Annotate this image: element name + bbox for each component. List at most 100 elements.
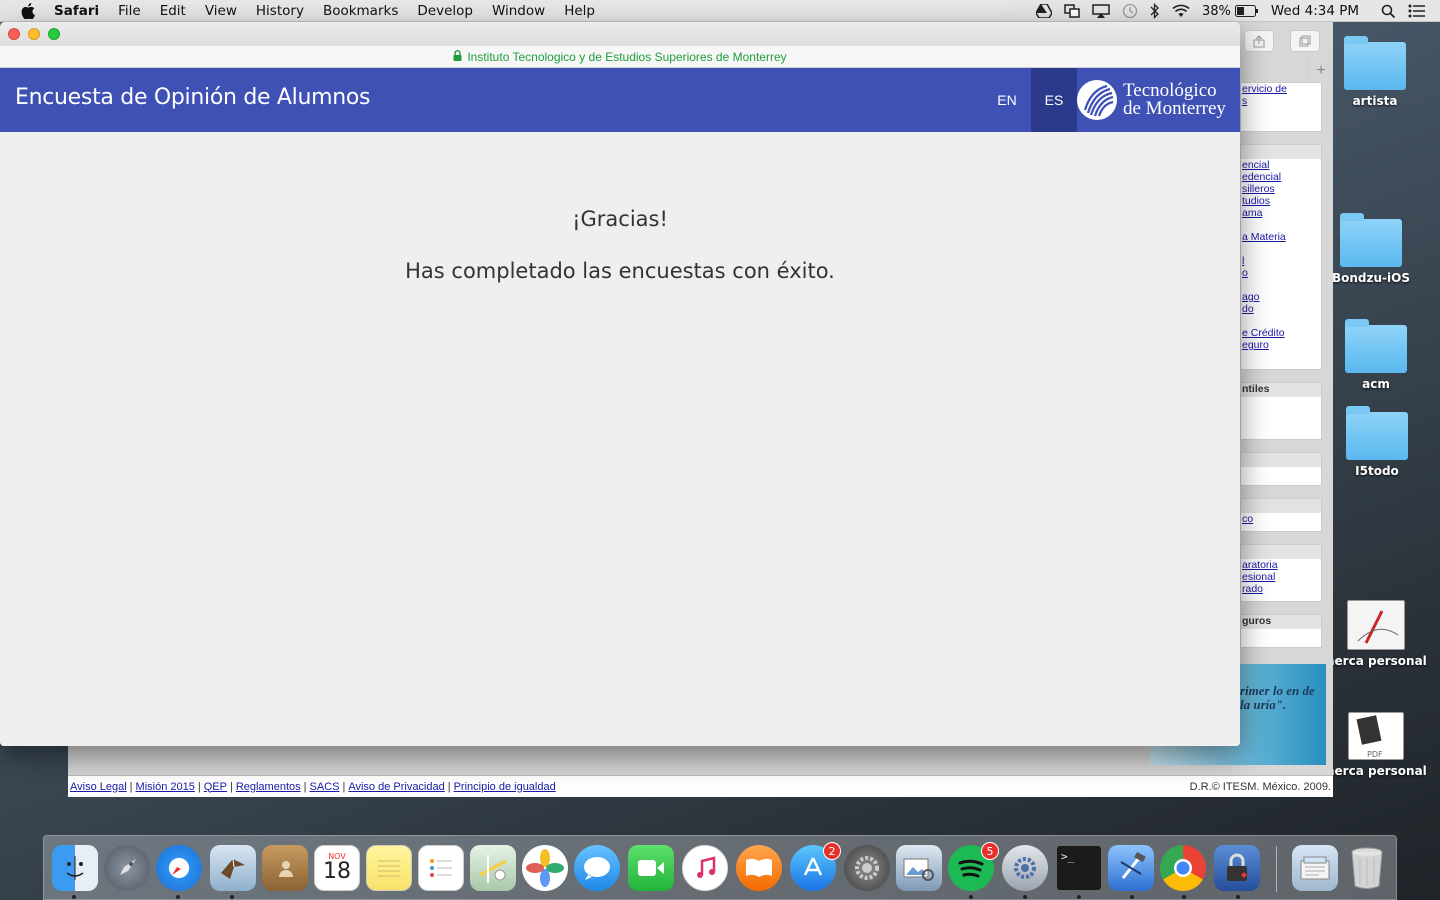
spotify-icon[interactable]: 5: [948, 842, 999, 891]
sidebar-link[interactable]: o: [1241, 267, 1321, 279]
menu-app-name[interactable]: Safari: [54, 3, 99, 19]
menu-window[interactable]: Window: [492, 3, 545, 19]
running-indicator: [176, 895, 180, 899]
sidebar-link[interactable]: edencial: [1241, 171, 1321, 183]
itunes-icon[interactable]: [682, 845, 728, 891]
trash-icon[interactable]: [1344, 845, 1390, 891]
menu-file[interactable]: File: [118, 3, 141, 19]
footer-link-aviso-legal[interactable]: Aviso Legal: [70, 781, 127, 793]
footer-bar: Aviso Legal | Misión 2015 | QEP | Reglamentos |…: [68, 775, 1333, 797]
footer-link-aviso-privacidad[interactable]: Aviso de Privacidad: [348, 781, 444, 793]
window-titlebar[interactable]: [0, 22, 1240, 46]
tec-monterrey-logo[interactable]: Tecnológico de Monterrey: [1077, 78, 1226, 122]
minimize-window-button[interactable]: [28, 28, 40, 40]
footer-link-mision-2015[interactable]: Misión 2015: [136, 781, 195, 793]
system-preferences-icon[interactable]: [844, 845, 890, 891]
menu-help[interactable]: Help: [564, 3, 595, 19]
desktop-file-nerca-personal-1[interactable]: nerca personal: [1326, 600, 1427, 668]
sidebar-link[interactable]: ago: [1241, 291, 1321, 303]
sidebar-box: guros: [1240, 614, 1322, 648]
share-icon[interactable]: [1244, 30, 1274, 52]
contacts-icon[interactable]: [262, 845, 308, 891]
sidebar-link[interactable]: aratoria: [1241, 559, 1321, 571]
sidebar-box: encial edencial silleros tudios ama a Ma…: [1240, 144, 1322, 370]
running-indicator: [1077, 895, 1081, 899]
apple-menu-icon[interactable]: [18, 2, 38, 19]
address-bar[interactable]: Instituto Tecnologico y de Estudios Supe…: [0, 46, 1240, 68]
desktop-file-nerca-personal-2[interactable]: PDF nerca personal: [1326, 712, 1427, 778]
sidebar-link[interactable]: e Crédito: [1241, 327, 1321, 339]
new-tab-plus-icon[interactable]: +: [1308, 59, 1333, 83]
notes-icon[interactable]: [366, 845, 412, 891]
bluetooth-icon[interactable]: [1150, 3, 1160, 19]
sidebar-link[interactable]: silleros: [1241, 183, 1321, 195]
menu-view[interactable]: View: [205, 3, 237, 19]
mail-app-icon[interactable]: [210, 845, 256, 891]
folder-icon: [1340, 213, 1402, 267]
language-es-button[interactable]: ES: [1031, 68, 1077, 132]
desktop-folder-i5todo[interactable]: I5todo: [1327, 406, 1427, 478]
footer-link-qep[interactable]: QEP: [204, 781, 227, 793]
facetime-icon[interactable]: [628, 845, 674, 891]
app-store-icon[interactable]: 2: [790, 842, 841, 891]
reminders-icon[interactable]: [418, 845, 464, 891]
ibooks-icon[interactable]: [736, 845, 782, 891]
preview-icon[interactable]: [896, 845, 942, 891]
sidebar-link[interactable]: eguro: [1241, 339, 1321, 351]
show-tabs-icon[interactable]: [1290, 30, 1320, 52]
language-en-button[interactable]: EN: [984, 68, 1030, 132]
chrome-icon[interactable]: [1160, 845, 1206, 891]
sidebar-link[interactable]: co: [1241, 513, 1321, 525]
finder-icon[interactable]: [52, 845, 98, 891]
sidebar-link[interactable]: a Materia: [1241, 231, 1321, 243]
footer-link-sacs[interactable]: SACS: [310, 781, 340, 793]
page-title: Encuesta de Opinión de Alumnos: [15, 85, 371, 110]
sidebar-link[interactable]: tudios: [1241, 195, 1321, 207]
footer-link-reglamentos[interactable]: Reglamentos: [236, 781, 301, 793]
desktop-folder-artista[interactable]: artista: [1325, 36, 1425, 108]
status-area: 38% Wed 4:34 PM: [1035, 0, 1440, 22]
logo-line-2: de Monterrey: [1123, 98, 1226, 119]
sidebar-link[interactable]: s: [1241, 95, 1321, 107]
photos-icon[interactable]: [522, 845, 568, 891]
screen-share-icon[interactable]: [1064, 4, 1080, 18]
zoom-window-button[interactable]: [48, 28, 60, 40]
maps-icon[interactable]: [470, 845, 516, 891]
footer-copyright: D.R.© ITESM. México. 2009.: [1189, 780, 1331, 793]
menu-develop[interactable]: Develop: [417, 3, 473, 19]
documents-stack-icon[interactable]: [1292, 845, 1338, 891]
sidebar-link[interactable]: ama: [1241, 207, 1321, 219]
terminal-icon[interactable]: >_: [1056, 845, 1102, 891]
sidebar-link[interactable]: ervicio de: [1241, 83, 1321, 95]
utility-gear-icon[interactable]: [1002, 845, 1048, 891]
close-window-button[interactable]: [8, 28, 20, 40]
menu-bar: Safari File Edit View History Bookmarks …: [0, 0, 1440, 22]
spotlight-search-icon[interactable]: [1381, 4, 1396, 19]
safari-icon[interactable]: [156, 845, 202, 891]
airplay-icon[interactable]: [1092, 4, 1110, 18]
desktop-folder-bondzu-ios[interactable]: Bondzu-iOS: [1321, 213, 1421, 285]
time-machine-icon[interactable]: [1122, 3, 1138, 19]
running-indicator: [72, 895, 76, 899]
wifi-icon[interactable]: [1172, 4, 1190, 18]
keychain-lock-icon[interactable]: [1214, 845, 1260, 891]
battery-icon[interactable]: [1234, 5, 1259, 17]
sidebar-box: co: [1240, 498, 1322, 532]
calendar-icon[interactable]: NOV 18: [314, 845, 360, 891]
notification-center-icon[interactable]: [1408, 4, 1426, 18]
desktop-folder-acm[interactable]: acm: [1326, 319, 1426, 391]
footer-link-principio-igualdad[interactable]: Principio de igualdad: [454, 781, 556, 793]
menu-bookmarks[interactable]: Bookmarks: [323, 3, 398, 19]
launchpad-icon[interactable]: [104, 845, 150, 891]
menu-history[interactable]: History: [256, 3, 304, 19]
xcode-icon[interactable]: [1108, 845, 1154, 891]
google-drive-icon[interactable]: [1035, 4, 1052, 18]
sidebar-link[interactable]: encial: [1241, 159, 1321, 171]
menu-edit[interactable]: Edit: [160, 3, 186, 19]
sidebar-link[interactable]: esional: [1241, 571, 1321, 583]
messages-icon[interactable]: [574, 845, 620, 891]
sidebar-link[interactable]: do: [1241, 303, 1321, 315]
sidebar-link[interactable]: l: [1241, 255, 1321, 267]
menubar-clock[interactable]: Wed 4:34 PM: [1271, 3, 1359, 19]
sidebar-link[interactable]: rado: [1241, 583, 1321, 595]
